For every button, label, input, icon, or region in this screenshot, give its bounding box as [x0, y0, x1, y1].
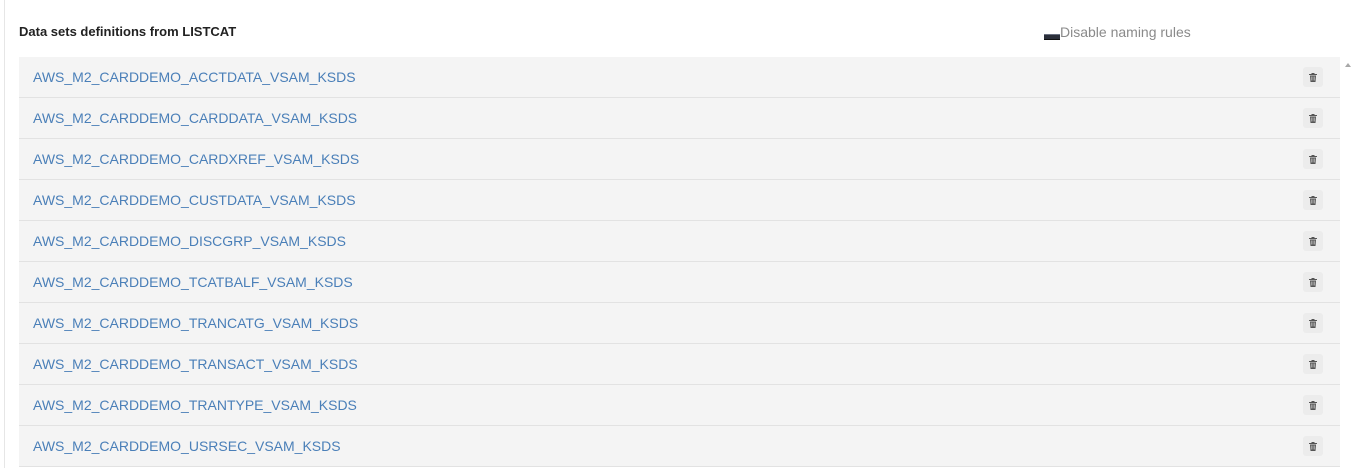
dataset-link[interactable]: AWS_M2_CARDDEMO_DISCGRP_VSAM_KSDS	[33, 233, 346, 249]
dataset-row: AWS_M2_CARDDEMO_CARDXREF_VSAM_KSDS	[19, 139, 1340, 180]
trash-icon	[1309, 236, 1317, 246]
dataset-link[interactable]: AWS_M2_CARDDEMO_CUSTDATA_VSAM_KSDS	[33, 192, 356, 208]
trash-icon	[1309, 195, 1317, 205]
disable-naming-rules-label[interactable]: Disable naming rules	[1060, 24, 1191, 40]
dataset-row: AWS_M2_CARDDEMO_CUSTDATA_VSAM_KSDS	[19, 180, 1340, 221]
trash-icon	[1309, 400, 1317, 410]
trash-icon	[1309, 359, 1317, 369]
dataset-link[interactable]: AWS_M2_CARDDEMO_CARDDATA_VSAM_KSDS	[33, 110, 357, 126]
delete-dataset-button[interactable]	[1303, 354, 1323, 374]
panel-header: Data sets definitions from LISTCAT Disab…	[19, 0, 1339, 57]
trash-icon	[1309, 113, 1317, 123]
scrollbar[interactable]	[1341, 57, 1356, 468]
dataset-list: AWS_M2_CARDDEMO_ACCTDATA_VSAM_KSDS AWS_M2…	[19, 57, 1340, 468]
trash-icon	[1309, 318, 1317, 328]
panel-title: Data sets definitions from LISTCAT	[19, 24, 237, 39]
dataset-link[interactable]: AWS_M2_CARDDEMO_TRANTYPE_VSAM_KSDS	[33, 397, 357, 413]
dataset-link[interactable]: AWS_M2_CARDDEMO_CARDXREF_VSAM_KSDS	[33, 151, 359, 167]
delete-dataset-button[interactable]	[1303, 272, 1323, 292]
trash-icon	[1309, 277, 1317, 287]
dataset-row: AWS_M2_CARDDEMO_TRANSACT_VSAM_KSDS	[19, 344, 1340, 385]
checkbox-icon[interactable]	[1044, 34, 1060, 40]
delete-dataset-button[interactable]	[1303, 67, 1323, 87]
delete-dataset-button[interactable]	[1303, 108, 1323, 128]
delete-dataset-button[interactable]	[1303, 149, 1323, 169]
delete-dataset-button[interactable]	[1303, 395, 1323, 415]
listcat-panel: Data sets definitions from LISTCAT Disab…	[0, 0, 1356, 468]
dataset-link[interactable]: AWS_M2_CARDDEMO_USRSEC_VSAM_KSDS	[33, 438, 341, 454]
delete-dataset-button[interactable]	[1303, 313, 1323, 333]
dataset-link[interactable]: AWS_M2_CARDDEMO_TRANSACT_VSAM_KSDS	[33, 356, 358, 372]
scroll-up-arrow-icon[interactable]	[1345, 63, 1351, 67]
dataset-row: AWS_M2_CARDDEMO_USRSEC_VSAM_KSDS	[19, 426, 1340, 467]
dataset-link[interactable]: AWS_M2_CARDDEMO_TCATBALF_VSAM_KSDS	[33, 274, 353, 290]
dataset-row: AWS_M2_CARDDEMO_TRANCATG_VSAM_KSDS	[19, 303, 1340, 344]
delete-dataset-button[interactable]	[1303, 190, 1323, 210]
disable-naming-rules-toggle[interactable]: Disable naming rules	[1044, 24, 1191, 42]
dataset-row: AWS_M2_CARDDEMO_TCATBALF_VSAM_KSDS	[19, 262, 1340, 303]
panel-border	[4, 0, 5, 468]
dataset-row: AWS_M2_CARDDEMO_CARDDATA_VSAM_KSDS	[19, 98, 1340, 139]
dataset-row: AWS_M2_CARDDEMO_TRANTYPE_VSAM_KSDS	[19, 385, 1340, 426]
delete-dataset-button[interactable]	[1303, 436, 1323, 456]
dataset-row: AWS_M2_CARDDEMO_ACCTDATA_VSAM_KSDS	[19, 57, 1340, 98]
trash-icon	[1309, 72, 1317, 82]
trash-icon	[1309, 154, 1317, 164]
dataset-link[interactable]: AWS_M2_CARDDEMO_ACCTDATA_VSAM_KSDS	[33, 69, 356, 85]
dataset-link[interactable]: AWS_M2_CARDDEMO_TRANCATG_VSAM_KSDS	[33, 315, 358, 331]
dataset-row: AWS_M2_CARDDEMO_DISCGRP_VSAM_KSDS	[19, 221, 1340, 262]
delete-dataset-button[interactable]	[1303, 231, 1323, 251]
trash-icon	[1309, 441, 1317, 451]
